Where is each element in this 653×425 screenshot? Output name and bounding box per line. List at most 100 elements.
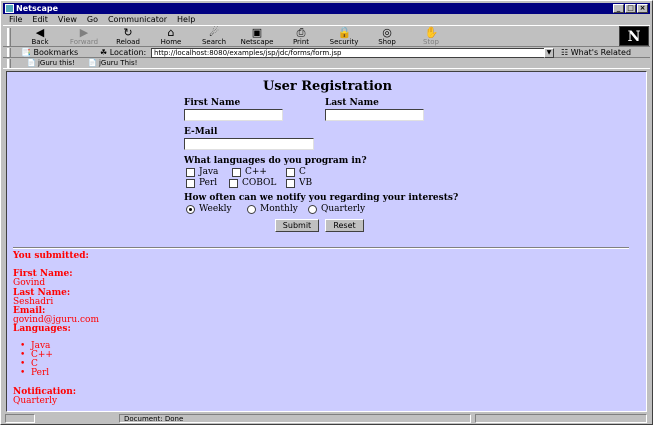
back-label: Back bbox=[31, 38, 49, 46]
notify-option-monthly[interactable]: Monthly bbox=[247, 204, 298, 214]
java-label: Java bbox=[199, 167, 219, 177]
location-label-text: Location: bbox=[109, 48, 147, 57]
divider bbox=[13, 247, 629, 249]
monthly-radio[interactable] bbox=[247, 204, 256, 214]
netscape-button[interactable]: ▣ Netscape bbox=[238, 27, 276, 47]
reset-button[interactable]: Reset bbox=[325, 219, 364, 232]
perl-checkbox[interactable] bbox=[186, 178, 195, 188]
reload-icon: ↻ bbox=[123, 26, 133, 39]
menu-communicator[interactable]: Communicator bbox=[108, 14, 167, 25]
status-text: Document: Done bbox=[119, 414, 471, 423]
notify-question: How often can we notify you regarding yo… bbox=[184, 193, 459, 203]
netscape-app-icon bbox=[5, 4, 14, 13]
forward-label: Forward bbox=[69, 38, 99, 46]
lang-option-vb[interactable]: VB bbox=[286, 178, 312, 188]
menu-go[interactable]: Go bbox=[87, 14, 98, 25]
reload-label: Reload bbox=[116, 38, 140, 46]
last-name-label: Last Name bbox=[325, 98, 379, 108]
java-checkbox[interactable] bbox=[186, 167, 195, 177]
c-checkbox[interactable] bbox=[286, 167, 295, 177]
personal-link-1[interactable]: 📄 jGuru this! bbox=[27, 58, 75, 69]
forward-button[interactable]: ▶ Forward bbox=[65, 27, 103, 47]
back-arrow-icon: ◀ bbox=[35, 26, 45, 39]
cobol-label: COBOL bbox=[242, 178, 277, 188]
search-button[interactable]: ☄ Search bbox=[195, 27, 233, 47]
menu-edit[interactable]: Edit bbox=[32, 14, 48, 25]
shop-icon: ◎ bbox=[382, 26, 392, 39]
browser-window: Netscape _ □ × File Edit View Go Communi… bbox=[0, 0, 653, 425]
home-label: Home bbox=[160, 38, 182, 46]
location-toolbar: 📑 Bookmarks ☘ Location: http://localhost… bbox=[3, 47, 650, 58]
component-bar bbox=[475, 414, 647, 423]
lock-icon: 🔒 bbox=[337, 26, 352, 39]
home-button[interactable]: ⌂ Home bbox=[152, 27, 190, 47]
stop-label: Stop bbox=[423, 38, 439, 46]
email-input[interactable] bbox=[184, 138, 314, 150]
cpp-label: C++ bbox=[245, 167, 267, 177]
netscape-logo[interactable]: N bbox=[619, 26, 649, 46]
home-icon: ⌂ bbox=[167, 26, 175, 39]
url-dropdown-icon[interactable]: ▼ bbox=[544, 48, 554, 58]
security-status-icon[interactable] bbox=[5, 414, 35, 423]
lang-option-c[interactable]: C bbox=[286, 167, 306, 177]
minimize-button[interactable]: _ bbox=[613, 4, 624, 13]
maximize-button[interactable]: □ bbox=[625, 4, 636, 13]
forward-arrow-icon: ▶ bbox=[79, 26, 89, 39]
close-button[interactable]: × bbox=[637, 4, 648, 13]
personal-toolbar: 📄 jGuru this! 📄 jGuru This! bbox=[3, 58, 650, 69]
menu-bar: File Edit View Go Communicator Help bbox=[3, 14, 195, 25]
weekly-label: Weekly bbox=[199, 204, 232, 214]
back-button[interactable]: ◀ Back bbox=[21, 27, 59, 47]
location-grip[interactable] bbox=[7, 48, 11, 57]
lang-option-perl[interactable]: Perl bbox=[186, 178, 217, 188]
print-button[interactable]: ⎙ Print bbox=[282, 27, 320, 47]
stop-icon: ✋ bbox=[424, 26, 439, 39]
toolbar-grip[interactable] bbox=[7, 28, 11, 46]
lang-option-cobol[interactable]: COBOL bbox=[229, 178, 276, 188]
status-bar: Document: Done bbox=[3, 413, 650, 424]
stop-button[interactable]: ✋ Stop bbox=[412, 27, 450, 47]
result-heading: You submitted: bbox=[13, 251, 89, 261]
list-item: Perl bbox=[20, 369, 49, 379]
netscape-icon: ▣ bbox=[251, 26, 263, 39]
quarterly-radio[interactable] bbox=[308, 204, 317, 214]
lang-option-java[interactable]: Java bbox=[186, 167, 218, 177]
whats-related-button[interactable]: ☷ What's Related bbox=[561, 47, 631, 58]
security-button[interactable]: 🔒 Security bbox=[325, 27, 363, 47]
shop-button[interactable]: ◎ Shop bbox=[368, 27, 406, 47]
search-label: Search bbox=[201, 38, 227, 46]
notify-option-quarterly[interactable]: Quarterly bbox=[308, 204, 365, 214]
netscape-label: Netscape bbox=[240, 38, 274, 46]
languages-question: What languages do you program in? bbox=[184, 156, 367, 166]
result-notification: Quarterly bbox=[13, 396, 58, 406]
first-name-input[interactable] bbox=[184, 109, 283, 121]
cobol-checkbox[interactable] bbox=[229, 178, 238, 188]
vb-label: VB bbox=[299, 178, 313, 188]
cpp-checkbox[interactable] bbox=[232, 167, 241, 177]
menu-view[interactable]: View bbox=[58, 14, 77, 25]
menu-file[interactable]: File bbox=[9, 14, 22, 25]
notify-option-weekly[interactable]: Weekly bbox=[186, 204, 232, 214]
perl-label: Perl bbox=[199, 178, 218, 188]
location-label: ☘ Location: bbox=[100, 48, 147, 57]
lang-option-cpp[interactable]: C++ bbox=[232, 167, 267, 177]
title-bar: Netscape _ □ × bbox=[3, 3, 650, 14]
url-field[interactable]: http://localhost:8080/examples/jsp/jdc/f… bbox=[151, 48, 553, 58]
reload-button[interactable]: ↻ Reload bbox=[109, 27, 147, 47]
whats-related-label: What's Related bbox=[570, 48, 632, 57]
last-name-input[interactable] bbox=[325, 109, 424, 121]
security-label: Security bbox=[329, 38, 359, 46]
email-label: E-Mail bbox=[184, 127, 218, 137]
menu-help[interactable]: Help bbox=[177, 14, 195, 25]
navigation-toolbar: ◀ Back ▶ Forward ↻ Reload ⌂ Home ☄ Search ▣ Netscap… bbox=[3, 25, 650, 47]
weekly-radio[interactable] bbox=[186, 204, 195, 214]
personal-link-2[interactable]: 📄 jGuru This! bbox=[88, 58, 137, 69]
result-languages-label: Languages: bbox=[13, 324, 71, 334]
personal-link-2-label: jGuru This! bbox=[98, 59, 138, 67]
personal-grip[interactable] bbox=[7, 59, 11, 68]
bookmarks-button[interactable]: 📑 Bookmarks bbox=[21, 47, 78, 58]
vb-checkbox[interactable] bbox=[286, 178, 295, 188]
submit-button[interactable]: Submit bbox=[275, 219, 319, 232]
quarterly-label: Quarterly bbox=[321, 204, 366, 214]
print-label: Print bbox=[292, 38, 310, 46]
